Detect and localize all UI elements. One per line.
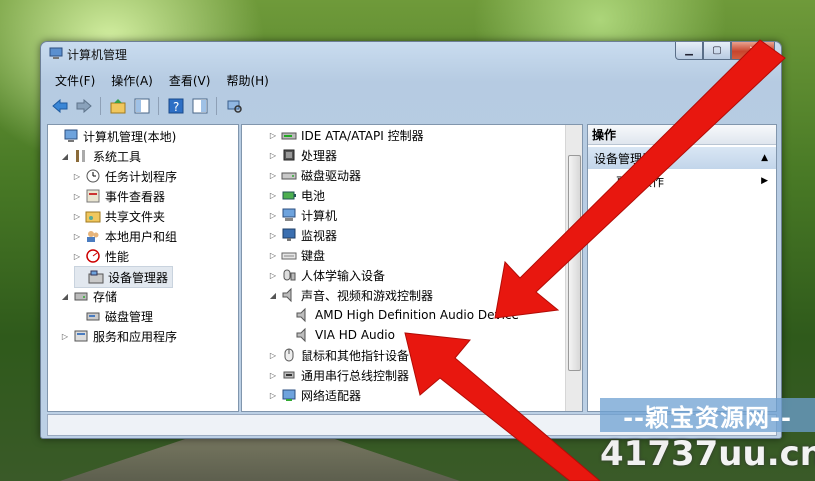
watermark-line2: 41737uu.cn <box>600 434 815 479</box>
watermark-domain: 37uu.cn <box>670 434 815 474</box>
watermark-number: 417 <box>600 434 671 474</box>
watermark-line1: --颖宝资源网-- <box>600 398 815 432</box>
site-watermark: --颖宝资源网-- 41737uu.cn <box>600 398 815 481</box>
